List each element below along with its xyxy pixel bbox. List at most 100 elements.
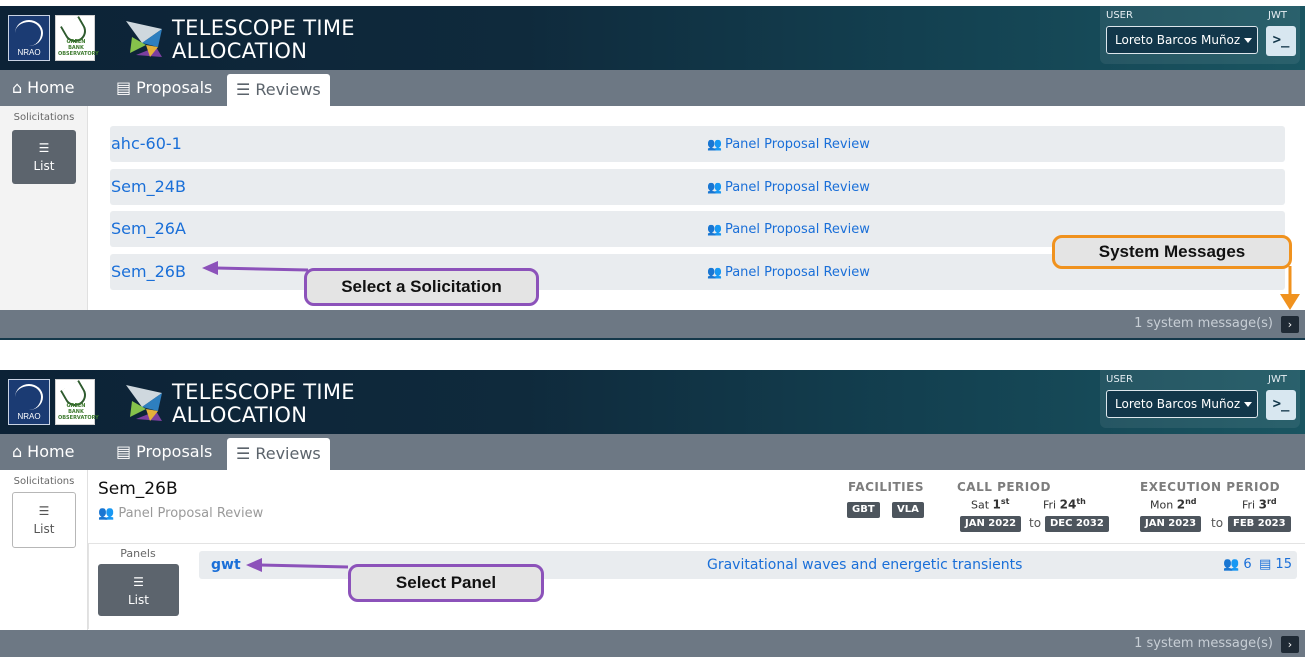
screenshot-solicitations: NRAO GREEN BANK OBSERVATORY TELESCOPE TI…: [0, 0, 1305, 340]
app-header: NRAO GREEN BANK OBSERVATORY TELESCOPE TI…: [0, 6, 1305, 70]
users-icon: 👥: [707, 180, 722, 194]
exec-end-date: Fri 3rd: [1242, 497, 1277, 512]
nav-proposals[interactable]: ▤ Proposals: [116, 434, 212, 470]
solicitation-name[interactable]: Sem_26B: [111, 254, 186, 290]
facility-badge: VLA: [892, 502, 924, 518]
exec-end-month: FEB 2023: [1228, 516, 1291, 532]
nav-reviews[interactable]: ☰ Reviews: [227, 74, 330, 106]
review-type-label: Panel Proposal Review: [724, 137, 870, 152]
app-header: NRAO GREEN BANK OBSERVATORY TELESCOPE TI…: [0, 370, 1305, 434]
nrao-logo-text: NRAO: [17, 412, 41, 421]
exec-start-date: Mon 2nd: [1150, 497, 1197, 512]
system-message-count[interactable]: 1 system message(s): [1134, 310, 1273, 338]
arrow-annotation: [1280, 266, 1300, 310]
facilities-label: FACILITIES: [848, 480, 924, 494]
callout-select-panel: Select Panel: [348, 564, 544, 602]
call-end-month: DEC 2032: [1045, 516, 1109, 532]
users-icon: 👥: [707, 137, 722, 151]
tasks-list-icon: ☰: [236, 444, 251, 463]
solicitation-detail-header: Sem_26B 👥 Panel Proposal Review FACILITI…: [0, 470, 1305, 544]
user-caption: USER: [1106, 374, 1133, 385]
users-icon: 👥: [98, 506, 119, 521]
system-message-bar: 1 system message(s) ›: [0, 310, 1305, 338]
main-navbar: ⌂ Home ▤ Proposals ☰ Reviews: [0, 434, 1305, 470]
solicitation-row[interactable]: Sem_24B 👥 Panel Proposal Review: [110, 169, 1285, 205]
arrow-annotation: [246, 558, 349, 572]
chevron-right-icon[interactable]: ›: [1281, 636, 1299, 653]
nav-home[interactable]: ⌂ Home: [12, 434, 74, 470]
call-period-label: CALL PERIOD: [957, 480, 1051, 494]
sidebar-title: Solicitations: [13, 112, 75, 123]
nrao-logo-text: NRAO: [17, 48, 41, 57]
to-separator: to: [1211, 516, 1224, 530]
list-icon: ☰: [133, 575, 144, 589]
list-label: List: [33, 159, 55, 173]
exec-start-month: JAN 2023: [1140, 516, 1202, 532]
solicitation-row[interactable]: ahc-60-1 👥 Panel Proposal Review: [110, 126, 1285, 162]
nrao-logo[interactable]: NRAO: [8, 15, 50, 61]
callout-system-messages: System Messages: [1052, 235, 1292, 269]
system-message-count[interactable]: 1 system message(s): [1134, 630, 1273, 657]
execution-period-label: EXECUTION PERIOD: [1140, 480, 1281, 494]
panel-description[interactable]: Gravitational waves and energetic transi…: [707, 551, 1022, 579]
review-type[interactable]: 👥 Panel Proposal Review: [707, 254, 870, 291]
users-icon: 👥: [707, 222, 722, 236]
user-dropdown[interactable]: Loreto Barcos Muñoz: [1106, 390, 1258, 418]
solicitations-sidebar: Solicitations ☰ List: [0, 106, 88, 310]
user-dropdown[interactable]: Loreto Barcos Muñoz: [1106, 26, 1258, 54]
nav-proposals-label: Proposals: [136, 78, 213, 97]
green-bank-logo[interactable]: GREEN BANK OBSERVATORY: [55, 379, 99, 425]
nav-home-label: Home: [27, 78, 75, 97]
panels-list-button[interactable]: ☰ List: [98, 564, 179, 616]
panel-proposal-count[interactable]: ▤ 15: [1259, 551, 1292, 579]
solicitation-title: Sem_26B: [98, 479, 178, 499]
solicitation-subtitle: 👥 Panel Proposal Review: [98, 506, 263, 521]
solicitation-name[interactable]: Sem_24B: [111, 169, 186, 205]
tasks-list-icon: ☰: [236, 80, 251, 99]
call-start-date: Sat 1st: [971, 497, 1010, 512]
caret-down-icon: [1244, 402, 1253, 407]
file-icon: ▤: [116, 78, 132, 97]
list-label: List: [128, 593, 149, 607]
jwt-caption: JWT: [1268, 374, 1287, 385]
user-caption: USER: [1106, 10, 1133, 21]
user-name: Loreto Barcos Muñoz: [1115, 33, 1241, 47]
nav-reviews-label: Reviews: [255, 80, 321, 99]
solicitation-name[interactable]: Sem_26A: [111, 211, 186, 247]
main-navbar: ⌂ Home ▤ Proposals ☰ Reviews: [0, 70, 1305, 106]
nav-home[interactable]: ⌂ Home: [12, 70, 74, 106]
nav-proposals[interactable]: ▤ Proposals: [116, 70, 212, 106]
app-title: TELESCOPE TIME ALLOCATION: [172, 16, 355, 63]
green-bank-logo[interactable]: GREEN BANK OBSERVATORY: [55, 15, 99, 61]
jwt-terminal-button[interactable]: >_: [1266, 390, 1296, 420]
review-type[interactable]: 👥 Panel Proposal Review: [707, 126, 870, 163]
file-icon: ▤: [1259, 557, 1276, 572]
callout-select-solicitation: Select a Solicitation: [304, 268, 539, 306]
jwt-caption: JWT: [1268, 10, 1287, 21]
arrow-annotation: [202, 261, 309, 275]
panels-title: Panels: [120, 547, 156, 560]
nrao-logo[interactable]: NRAO: [8, 379, 50, 425]
gbo-logo-text: GREEN BANK OBSERVATORY: [58, 39, 99, 57]
gbo-logo-text: GREEN BANK OBSERVATORY: [58, 403, 99, 421]
screenshot-panels: NRAO GREEN BANK OBSERVATORY TELESCOPE TI…: [0, 364, 1305, 657]
user-name: Loreto Barcos Muñoz: [1115, 397, 1241, 411]
system-message-bar: 1 system message(s) ›: [0, 630, 1305, 657]
app-title: TELESCOPE TIME ALLOCATION: [172, 380, 355, 427]
nav-home-label: Home: [27, 442, 75, 461]
review-type-label: Panel Proposal Review: [724, 265, 870, 280]
solicitations-list-button[interactable]: ☰ List: [12, 130, 76, 184]
review-type[interactable]: 👥 Panel Proposal Review: [707, 211, 870, 248]
review-type[interactable]: 👥 Panel Proposal Review: [707, 169, 870, 206]
nav-reviews[interactable]: ☰ Reviews: [227, 438, 330, 470]
jwt-terminal-button[interactable]: >_: [1266, 26, 1296, 56]
file-icon: ▤: [116, 442, 132, 461]
chevron-right-icon[interactable]: ›: [1281, 316, 1299, 333]
panel-reviewer-count[interactable]: 👥 6: [1223, 551, 1252, 579]
nav-reviews-label: Reviews: [255, 444, 321, 463]
telescope-time-allocation-icon: [126, 21, 162, 57]
review-type-label: Panel Proposal Review: [724, 180, 870, 195]
solicitation-name[interactable]: ahc-60-1: [111, 126, 182, 162]
list-icon: ☰: [38, 141, 50, 155]
panel-name[interactable]: gwt: [211, 551, 241, 579]
